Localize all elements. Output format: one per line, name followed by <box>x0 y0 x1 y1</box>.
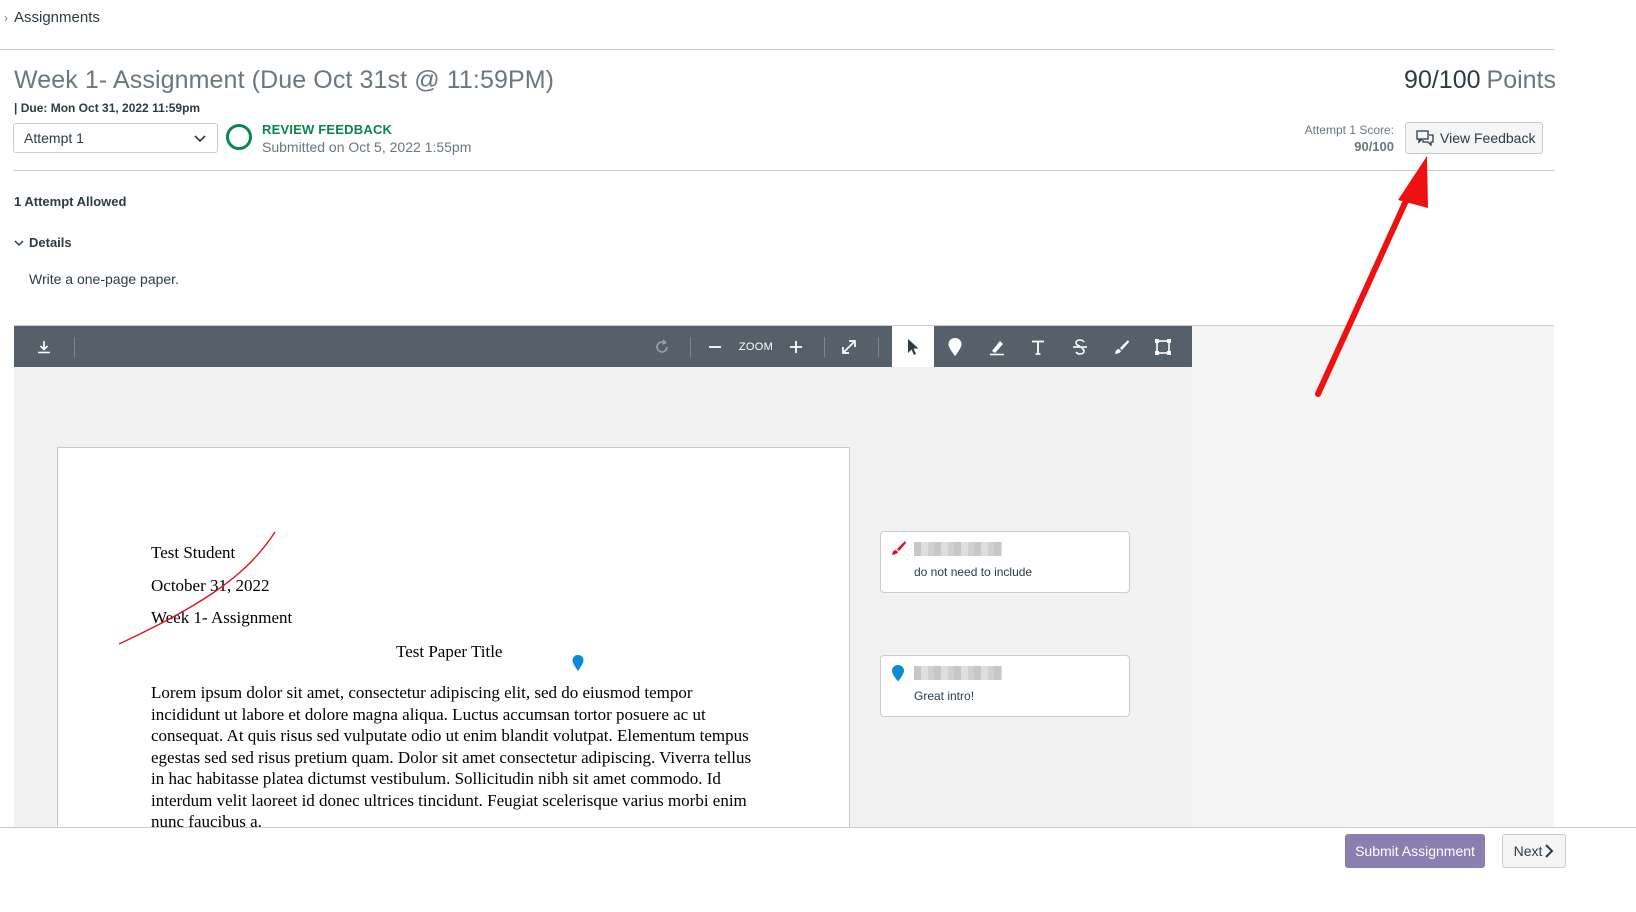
comment-card[interactable]: Great intro! <box>880 655 1130 717</box>
cursor-arrow-icon <box>908 338 919 355</box>
next-button[interactable]: Next <box>1502 834 1566 868</box>
freehand-tool-button[interactable] <box>1100 326 1142 367</box>
points-value: 90/100 <box>1404 66 1481 94</box>
submit-assignment-label: Submit Assignment <box>1355 843 1475 859</box>
status-title: REVIEW FEEDBACK <box>262 122 393 137</box>
footer-divider <box>0 827 1636 828</box>
submit-assignment-button[interactable]: Submit Assignment <box>1345 834 1485 868</box>
toolbar-separator <box>878 337 879 357</box>
map-pin-icon[interactable] <box>571 654 585 672</box>
view-feedback-label: View Feedback <box>1440 130 1536 146</box>
assignment-description: Write a one-page paper. <box>29 271 179 287</box>
area-tool-button[interactable] <box>1142 326 1184 367</box>
zoom-label: ZOOM <box>734 326 778 367</box>
attempt-select-value: Attempt 1 <box>24 130 84 146</box>
viewer-side-panel <box>1192 326 1554 828</box>
details-toggle[interactable]: Details <box>14 235 72 250</box>
points-display: 90/100 Points <box>1404 66 1556 95</box>
map-pin-icon <box>948 337 962 356</box>
attempt-score-label: Attempt 1 Score: <box>1304 123 1394 137</box>
page-title: Week 1- Assignment (Due Oct 31st @ 11:59… <box>14 66 555 94</box>
status-ring-icon <box>226 124 252 150</box>
plus-icon <box>790 340 802 353</box>
freehand-annotation-stroke[interactable] <box>113 528 283 648</box>
breadcrumb-assignments-link[interactable]: Assignments <box>14 9 100 26</box>
map-pin-icon <box>892 665 904 682</box>
breadcrumb: › Assignments <box>4 9 100 26</box>
red-arrow-annotation <box>1315 156 1428 397</box>
redacted-author-name <box>914 542 1002 556</box>
header-divider <box>0 49 1554 50</box>
zoom-out-button[interactable] <box>702 326 728 367</box>
toolbar-separator <box>690 337 691 357</box>
attempt-select[interactable]: Attempt 1 <box>13 123 218 153</box>
comment-card[interactable]: do not need to include <box>880 531 1130 593</box>
comment-text: do not need to include <box>914 565 1033 579</box>
rotate-icon <box>656 338 668 353</box>
doc-paragraph: Lorem ipsum dolor sit amet, consectetur … <box>151 683 752 828</box>
minus-icon <box>709 345 721 348</box>
highlighter-icon <box>990 340 1004 355</box>
feedback-chat-icon <box>1416 130 1434 146</box>
status-submitted-date: Submitted on Oct 5, 2022 1:55pm <box>262 139 472 155</box>
rotate-button[interactable] <box>648 326 676 367</box>
freehand-draw-icon <box>892 541 906 555</box>
area-select-icon <box>1155 338 1171 355</box>
attempts-allowed: 1 Attempt Allowed <box>14 194 127 209</box>
paintbrush-icon <box>1115 339 1129 354</box>
chevron-down-icon <box>194 135 206 143</box>
text-tool-button[interactable] <box>1017 326 1059 367</box>
due-date: | Due: Mon Oct 31, 2022 11:59pm <box>14 101 201 115</box>
chevron-right-icon <box>1545 844 1554 858</box>
chevron-right-icon: › <box>4 11 8 25</box>
strikethrough-icon <box>1073 338 1087 355</box>
toolbar-separator <box>74 337 75 357</box>
zoom-in-button[interactable] <box>783 326 809 367</box>
doc-paper-title: Test Paper Title <box>396 642 503 661</box>
document-page: Test Student October 31, 2022 Week 1- As… <box>57 447 850 828</box>
redacted-author-name <box>914 666 1002 680</box>
highlight-tool-button[interactable] <box>976 326 1018 367</box>
annotation-toolbar: ZOOM <box>14 326 1192 367</box>
text-t-icon <box>1032 340 1044 355</box>
download-icon <box>38 340 50 353</box>
toolbar-separator <box>824 337 825 357</box>
points-label: Points <box>1486 66 1556 94</box>
chevron-down-icon <box>14 239 24 246</box>
download-button[interactable] <box>30 326 58 367</box>
select-tool-button[interactable] <box>892 326 934 367</box>
point-comment-tool-button[interactable] <box>934 326 976 367</box>
next-label: Next <box>1513 843 1543 859</box>
expand-icon <box>842 339 856 354</box>
fullscreen-button[interactable] <box>835 326 863 367</box>
comment-text: Great intro! <box>914 689 975 703</box>
strikeout-tool-button[interactable] <box>1059 326 1101 367</box>
details-toggle-label: Details <box>29 235 72 250</box>
zoom-label-text: ZOOM <box>738 340 774 353</box>
